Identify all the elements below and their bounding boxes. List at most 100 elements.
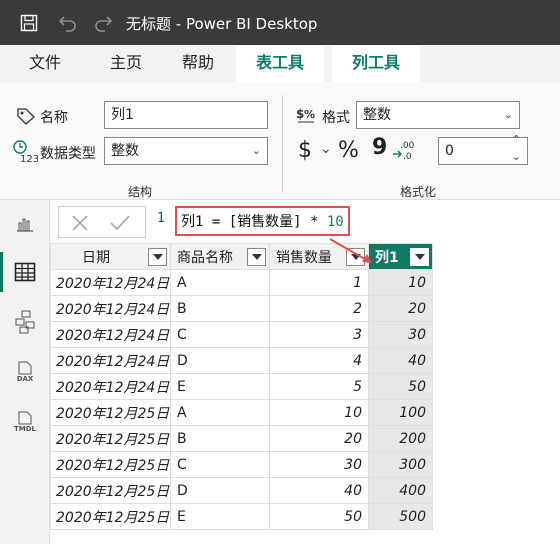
model-view-icon[interactable]: [0, 300, 50, 344]
formula-operator: *: [301, 214, 327, 230]
table-row: 2020年12月24日 C 3 30: [50, 321, 433, 348]
cell-product[interactable]: C: [170, 451, 270, 478]
cell-quantity[interactable]: 4: [269, 347, 369, 374]
cell-date[interactable]: 2020年12月24日: [50, 373, 171, 400]
table-view-icon[interactable]: [0, 250, 50, 294]
svg-text:%: %: [304, 108, 315, 121]
dax-label: DAX: [16, 375, 34, 383]
filter-dropdown-icon[interactable]: [410, 248, 429, 266]
undo-icon[interactable]: [56, 12, 78, 34]
table-row: 2020年12月25日 B 20 200: [50, 425, 433, 452]
tab-home[interactable]: 主页: [96, 45, 156, 83]
comma-style-button[interactable]: 9: [372, 135, 387, 160]
cancel-icon[interactable]: [71, 214, 89, 236]
percent-button[interactable]: %: [338, 138, 359, 163]
cell-product[interactable]: C: [170, 321, 270, 348]
table-row: 2020年12月24日 A 1 10: [50, 269, 433, 296]
window-title: 无标题 - Power BI Desktop: [126, 15, 318, 33]
structure-group-label: 结构: [128, 185, 153, 199]
cell-quantity[interactable]: 50: [269, 503, 369, 530]
cell-product[interactable]: D: [170, 347, 270, 374]
table-row: 2020年12月25日 A 10 100: [50, 399, 433, 426]
formula-column-ref: [销售数量]: [228, 214, 302, 230]
cell-col1[interactable]: 30: [368, 321, 433, 348]
name-field[interactable]: 列1: [104, 101, 268, 129]
data-type-label: 数据类型: [40, 146, 96, 162]
cell-product[interactable]: E: [170, 373, 270, 400]
cell-product[interactable]: B: [170, 295, 270, 322]
cell-date[interactable]: 2020年12月24日: [50, 295, 171, 322]
cell-col1[interactable]: 500: [368, 503, 433, 530]
decimal-places-input[interactable]: 0 ⌃ ⌄: [438, 133, 528, 165]
filter-dropdown-icon[interactable]: [247, 248, 266, 266]
dax-query-view-icon[interactable]: DAX: [0, 350, 50, 394]
ribbon-tabs: 文件 主页 帮助 表工具 列工具: [0, 45, 560, 83]
cell-date[interactable]: 2020年12月25日: [50, 503, 171, 530]
formula-expression[interactable]: 列1 = [销售数量] * 10: [175, 206, 350, 236]
cell-col1[interactable]: 300: [368, 451, 433, 478]
cell-quantity[interactable]: 5: [269, 373, 369, 400]
tab-file[interactable]: 文件: [14, 45, 76, 83]
cell-date[interactable]: 2020年12月25日: [50, 477, 171, 504]
svg-text:123: 123: [20, 154, 38, 163]
cell-quantity[interactable]: 2: [269, 295, 369, 322]
cell-col1[interactable]: 200: [368, 425, 433, 452]
data-type-value: 整数: [111, 143, 139, 159]
redo-icon[interactable]: [93, 12, 115, 34]
column-header-col1[interactable]: 列1: [368, 243, 433, 270]
cell-quantity[interactable]: 10: [269, 399, 369, 426]
spinner-up-icon[interactable]: ⌃: [512, 133, 521, 147]
cell-col1[interactable]: 400: [368, 477, 433, 504]
cell-quantity[interactable]: 40: [269, 477, 369, 504]
currency-button[interactable]: $: [298, 138, 312, 163]
formula-number: 10: [326, 214, 344, 230]
cell-product[interactable]: E: [170, 503, 270, 530]
table-row: 2020年12月24日 B 2 20: [50, 295, 433, 322]
formatting-group-label: 格式化: [400, 185, 437, 199]
table-row: 2020年12月25日 C 30 300: [50, 451, 433, 478]
cell-col1[interactable]: 40: [368, 347, 433, 374]
column-header-date[interactable]: 日期: [50, 243, 171, 270]
cell-quantity[interactable]: 1: [269, 269, 369, 296]
table-row: 2020年12月25日 E 50 500: [50, 503, 433, 530]
cell-date[interactable]: 2020年12月25日: [50, 399, 171, 426]
cell-product[interactable]: A: [170, 269, 270, 296]
chevron-down-icon[interactable]: ⌄: [320, 141, 332, 157]
report-view-icon[interactable]: [0, 202, 50, 246]
cell-col1[interactable]: 100: [368, 399, 433, 426]
cell-product[interactable]: B: [170, 425, 270, 452]
tmdl-view-icon[interactable]: TMDL: [0, 400, 50, 444]
tab-table-tools[interactable]: 表工具: [236, 45, 324, 83]
name-tag-icon: [16, 107, 36, 129]
cell-date[interactable]: 2020年12月24日: [50, 347, 171, 374]
tab-help[interactable]: 帮助: [168, 45, 228, 83]
chevron-down-icon: ⌄: [251, 144, 261, 157]
filter-dropdown-icon[interactable]: [148, 248, 167, 266]
cell-quantity[interactable]: 3: [269, 321, 369, 348]
save-icon[interactable]: [18, 12, 40, 34]
cell-date[interactable]: 2020年12月24日: [50, 321, 171, 348]
format-select[interactable]: 整数 ⌄: [356, 101, 520, 129]
commit-check-icon[interactable]: [109, 214, 131, 236]
cell-col1[interactable]: 10: [368, 269, 433, 296]
column-header-quantity[interactable]: 销售数量: [269, 243, 369, 270]
cell-product[interactable]: D: [170, 477, 270, 504]
cell-col1[interactable]: 20: [368, 295, 433, 322]
data-grid: 日期 商品名称 销售数量 列1 2020年12月24日 A 1 10 2020年12月…: [50, 243, 434, 538]
cell-date[interactable]: 2020年12月24日: [50, 269, 171, 296]
cell-quantity[interactable]: 20: [269, 425, 369, 452]
table-row: 2020年12月24日 D 4 40: [50, 347, 433, 374]
filter-dropdown-icon[interactable]: [346, 248, 365, 266]
spinner-down-icon[interactable]: ⌄: [512, 150, 521, 164]
data-type-select[interactable]: 整数 ⌄: [104, 137, 268, 165]
column-header-product[interactable]: 商品名称: [170, 243, 270, 270]
cell-date[interactable]: 2020年12月25日: [50, 425, 171, 452]
formula-commit-buttons: [58, 206, 146, 238]
cell-date[interactable]: 2020年12月25日: [50, 451, 171, 478]
table-row: 2020年12月24日 E 5 50: [50, 373, 433, 400]
cell-product[interactable]: A: [170, 399, 270, 426]
tab-column-tools[interactable]: 列工具: [332, 45, 420, 83]
cell-col1[interactable]: 50: [368, 373, 433, 400]
cell-quantity[interactable]: 30: [269, 451, 369, 478]
decimal-places-icon[interactable]: .00.0: [392, 138, 418, 166]
